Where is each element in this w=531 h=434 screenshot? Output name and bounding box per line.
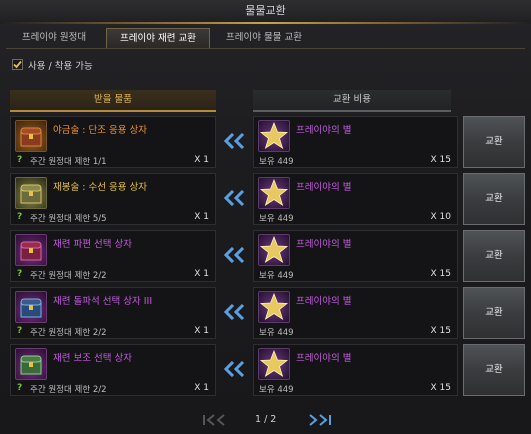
owned-count: 보유 449: [259, 385, 294, 395]
exchange-row: 재련 돌파석 선택 상자 III ? 주간 원정대 제한 2/2 X 1 프레이…: [10, 287, 525, 339]
cost-quantity: X 15: [430, 155, 451, 165]
weekly-limit: 주간 원정대 제한 2/2: [30, 328, 107, 338]
cost-item-name: 프레이야의 별: [296, 125, 352, 136]
checkmark-icon: [12, 59, 23, 70]
cost-quantity: X 15: [430, 326, 451, 336]
cost-item-name: 프레이야의 별: [296, 353, 352, 364]
exchange-button[interactable]: 교환: [463, 344, 525, 396]
pagination: 1 / 2: [0, 412, 531, 428]
tab-divider: [6, 48, 525, 49]
usable-checkbox[interactable]: [12, 59, 23, 70]
cost-item: 프레이야의 별 보유 449 X 10: [253, 173, 458, 225]
item-name: 재봉술 : 수선 응용 상자: [53, 182, 147, 193]
cost-quantity: X 15: [430, 383, 451, 393]
item-quantity: X 1: [194, 155, 209, 165]
chest-icon[interactable]: [15, 348, 47, 380]
star-icon[interactable]: [258, 291, 290, 323]
usable-checkbox-label: 사용 / 착용 가능: [28, 61, 93, 72]
exchange-row: 재봉술 : 수선 응용 상자 ? 주간 원정대 제한 5/5 X 1 프레이야의…: [10, 173, 525, 225]
owned-count: 보유 449: [259, 214, 294, 224]
weekly-limit: 주간 원정대 제한 2/2: [30, 385, 107, 395]
exchange-button[interactable]: 교환: [463, 173, 525, 225]
double-chevron-left-icon: [224, 190, 245, 206]
owned-count: 보유 449: [259, 157, 294, 167]
cost-item: 프레이야의 별 보유 449 X 15: [253, 116, 458, 168]
owned-count: 보유 449: [259, 271, 294, 281]
receive-item: 재련 보조 선택 상자 ? 주간 원정대 제한 2/2 X 1: [10, 344, 216, 396]
title-divider: [0, 22, 531, 24]
star-icon[interactable]: [258, 234, 290, 266]
exchange-window: 물물교환 프레이야 원정대 프레이야 재련 교환 프레이야 물물 교환 사용 /…: [0, 0, 531, 434]
last-page-icon[interactable]: [306, 414, 332, 426]
help-icon[interactable]: ?: [17, 383, 25, 393]
exchange-row: 야금술 : 단조 응용 상자 ? 주간 원정대 제한 1/1 X 1 프레이야의…: [10, 116, 525, 168]
item-quantity: X 1: [194, 269, 209, 279]
weekly-limit: 주간 원정대 제한 5/5: [30, 214, 107, 224]
exchange-row: 재련 파편 선택 상자 ? 주간 원정대 제한 2/2 X 1 프레이야의 별 …: [10, 230, 525, 282]
cost-item-name: 프레이야의 별: [296, 296, 352, 307]
weekly-limit: 주간 원정대 제한 1/1: [30, 157, 107, 167]
double-chevron-left-icon: [224, 133, 245, 149]
exchange-row: 재련 보조 선택 상자 ? 주간 원정대 제한 2/2 X 1 프레이야의 별 …: [10, 344, 525, 396]
window-title: 물물교환: [245, 4, 286, 17]
cost-quantity: X 10: [430, 212, 451, 222]
help-icon[interactable]: ?: [17, 155, 25, 165]
first-page-icon[interactable]: [202, 414, 228, 426]
help-icon[interactable]: ?: [17, 212, 25, 222]
cost-header: 교환 비용: [253, 90, 451, 112]
exchange-button[interactable]: 교환: [463, 116, 525, 168]
tab-expedition[interactable]: 프레이야 원정대: [6, 28, 102, 48]
star-icon[interactable]: [258, 120, 290, 152]
item-name: 재련 돌파석 선택 상자 III: [53, 296, 153, 307]
double-chevron-left-icon: [224, 304, 245, 320]
star-icon[interactable]: [258, 348, 290, 380]
cost-item-name: 프레이야의 별: [296, 182, 352, 193]
receive-item: 재련 파편 선택 상자 ? 주간 원정대 제한 2/2 X 1: [10, 230, 216, 282]
item-name: 재련 보조 선택 상자: [53, 353, 132, 364]
cost-item-name: 프레이야의 별: [296, 239, 352, 250]
star-icon[interactable]: [258, 177, 290, 209]
title-bar: 물물교환: [0, 0, 531, 24]
cost-item: 프레이야의 별 보유 449 X 15: [253, 230, 458, 282]
help-icon[interactable]: ?: [17, 326, 25, 336]
item-quantity: X 1: [194, 326, 209, 336]
exchange-button[interactable]: 교환: [463, 230, 525, 282]
chest-icon[interactable]: [15, 234, 47, 266]
receive-item: 재련 돌파석 선택 상자 III ? 주간 원정대 제한 2/2 X 1: [10, 287, 216, 339]
item-name: 야금술 : 단조 응용 상자: [53, 125, 147, 136]
weekly-limit: 주간 원정대 제한 2/2: [30, 271, 107, 281]
tab-barter-exchange[interactable]: 프레이야 물물 교환: [214, 28, 314, 48]
chest-icon[interactable]: [15, 177, 47, 209]
page-indicator: 1 / 2: [255, 414, 277, 425]
double-chevron-left-icon: [224, 361, 245, 377]
receive-item: 재봉술 : 수선 응용 상자 ? 주간 원정대 제한 5/5 X 1: [10, 173, 216, 225]
chest-icon[interactable]: [15, 291, 47, 323]
cost-item: 프레이야의 별 보유 449 X 15: [253, 287, 458, 339]
item-name: 재련 파편 선택 상자: [53, 239, 132, 250]
receive-header: 받을 물품: [10, 90, 216, 112]
tab-refine-exchange[interactable]: 프레이야 재련 교환: [106, 28, 210, 48]
chest-icon[interactable]: [15, 120, 47, 152]
owned-count: 보유 449: [259, 328, 294, 338]
item-quantity: X 1: [194, 383, 209, 393]
cost-item: 프레이야의 별 보유 449 X 15: [253, 344, 458, 396]
receive-item: 야금술 : 단조 응용 상자 ? 주간 원정대 제한 1/1 X 1: [10, 116, 216, 168]
exchange-button[interactable]: 교환: [463, 287, 525, 339]
help-icon[interactable]: ?: [17, 269, 25, 279]
cost-quantity: X 15: [430, 269, 451, 279]
double-chevron-left-icon: [224, 247, 245, 263]
item-quantity: X 1: [194, 212, 209, 222]
